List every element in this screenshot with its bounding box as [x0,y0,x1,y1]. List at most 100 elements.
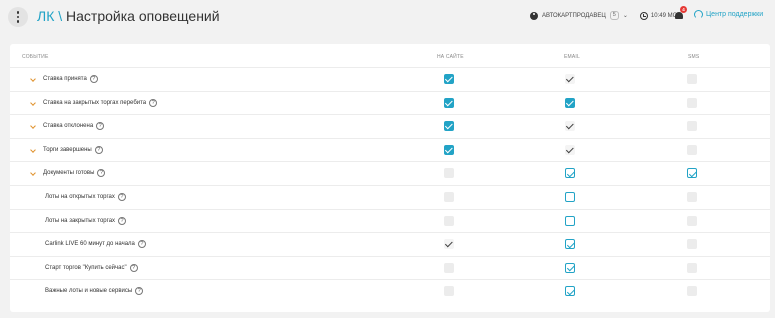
help-icon[interactable]: ? [129,263,138,272]
help-icon[interactable]: ? [149,98,158,107]
site-checkbox[interactable] [444,239,454,250]
table-row: Старт торгов "Купить сейчас"? [10,255,770,280]
help-icon[interactable]: ? [96,122,105,131]
sms-checkbox [687,262,697,273]
user-menu[interactable]: АВТОКАРТПРОДАВЕЦ 5 ⌄ 10:49 МСК [530,11,680,20]
event-label-text: Carlink LIVE 60 минут до начала [45,241,135,248]
site-checkbox[interactable] [444,121,454,132]
column-header-site: НА САЙТЕ [437,54,464,60]
help-icon[interactable]: ? [137,240,146,249]
event-label-text: Ставка принята [43,76,87,82]
event-label-text: Лоты на закрытых торгах [45,217,116,224]
email-checkbox[interactable] [565,286,575,297]
help-icon[interactable]: ? [135,287,144,296]
user-count-badge: 5 [609,11,619,20]
table-row: Ставка на закрытых торгах перебита? [10,90,770,115]
table-header: СОБЫТИЕ НА САЙТЕ EMAIL SMS [10,44,770,68]
notifications-count-badge: 4 [680,6,687,13]
more-menu-icon[interactable] [8,7,28,27]
notifications-button[interactable]: 4 [674,6,687,21]
event-label-text: Ставка на закрытых торгах перебита [43,99,147,106]
event-label: Ставка принята? [43,75,98,83]
table-body: Ставка принята? Ставка на закрытых торгах… [10,67,770,303]
user-icon [530,11,538,20]
event-label: Документы готовы? [43,169,106,178]
event-label-text: Ставка отклонена [43,123,94,130]
email-checkbox[interactable] [565,191,575,202]
page-title: ЛК \ Настройка оповещений [37,7,220,25]
sms-checkbox [687,286,697,297]
event-label: Старт торгов "Купить сейчас"? [45,263,138,272]
site-checkbox [444,286,454,297]
help-icon[interactable]: ? [94,145,103,154]
email-checkbox[interactable] [565,74,575,84]
event-label: Торги завершены? [43,145,103,154]
event-label-text: Важные лоты и новые сервисы [45,288,133,295]
site-checkbox [444,262,454,273]
site-checkbox [444,168,454,179]
sms-checkbox[interactable] [687,168,697,179]
site-checkbox [444,191,454,202]
email-checkbox[interactable] [565,121,575,132]
top-bar: ЛК \ Настройка оповещений АВТОКАРТПРОДАВ… [0,0,775,34]
sms-checkbox [687,144,697,155]
email-checkbox[interactable] [565,97,575,108]
support-link[interactable]: Центр поддержки [694,10,763,19]
sms-checkbox [687,215,697,226]
email-checkbox[interactable] [565,215,575,226]
event-label: Лоты на закрытых торгах? [45,216,127,225]
headset-icon [694,10,703,19]
chevron-down-icon[interactable]: ⌄ [623,12,628,19]
sms-checkbox [687,97,697,108]
support-label: Центр поддержки [706,11,764,18]
site-checkbox[interactable] [444,144,454,155]
event-label: Важные лоты и новые сервисы? [45,287,144,296]
email-checkbox[interactable] [565,262,575,273]
notifications-table: СОБЫТИЕ НА САЙТЕ EMAIL SMS Ставка принят… [10,44,770,312]
table-row: Carlink LIVE 60 минут до начала? [10,232,770,256]
column-header-event: СОБЫТИЕ [22,54,49,60]
clock-icon [639,11,648,20]
help-icon[interactable]: ? [97,169,106,178]
chevron-down-icon[interactable] [30,99,36,106]
column-header-sms: SMS [688,54,700,60]
chevron-down-icon[interactable] [30,146,36,153]
user-name: АВТОКАРТПРОДАВЕЦ [542,12,606,19]
breadcrumb-lk[interactable]: ЛК [37,8,54,24]
help-icon[interactable]: ? [117,192,126,201]
event-label: Carlink LIVE 60 минут до начала? [45,240,146,249]
event-label: Ставка на закрытых торгах перебита? [43,98,158,107]
chevron-down-icon[interactable] [30,76,36,82]
sms-checkbox [687,239,697,250]
breadcrumb-separator: \ [58,8,63,24]
sms-checkbox [687,191,697,202]
site-checkbox[interactable] [444,97,454,108]
email-checkbox[interactable] [565,168,575,179]
email-checkbox[interactable] [565,239,575,250]
event-label-text: Старт торгов "Купить сейчас" [45,264,127,271]
sms-checkbox [687,74,697,84]
chevron-down-icon[interactable] [30,123,36,130]
table-row: Документы готовы? [10,161,770,185]
table-row: Лоты на закрытых торгах? [10,208,770,233]
help-icon[interactable]: ? [118,216,127,225]
site-checkbox [444,215,454,226]
event-label-text: Торги завершены [43,146,92,153]
site-checkbox[interactable] [444,74,454,84]
bell-icon [675,12,683,19]
table-row: Ставка принята? [10,67,770,91]
table-row: Важные лоты и новые сервисы? [10,279,770,303]
table-row: Ставка отклонена? [10,114,770,138]
event-label-text: Документы готовы [43,170,95,177]
chevron-down-icon[interactable] [30,170,36,177]
event-label: Ставка отклонена? [43,122,105,131]
column-header-email: EMAIL [564,54,581,60]
event-label: Лоты на открытых торгах? [45,192,126,201]
event-label-text: Лоты на открытых торгах [45,193,115,200]
table-row: Торги завершены? [10,137,770,162]
page-title-text: Настройка оповещений [66,8,220,24]
table-row: Лоты на открытых торгах? [10,184,770,209]
help-icon[interactable]: ? [89,75,98,83]
sms-checkbox [687,121,697,132]
email-checkbox[interactable] [565,144,575,155]
